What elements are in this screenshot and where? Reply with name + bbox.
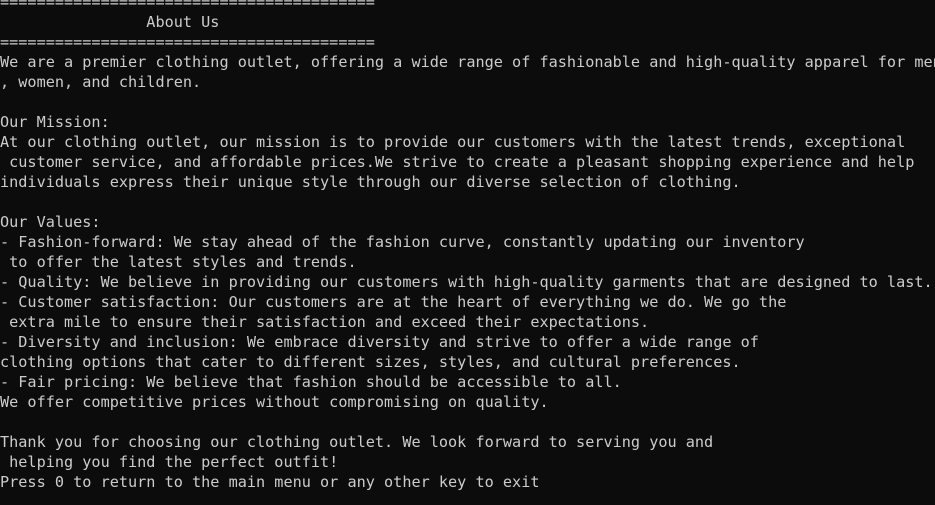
- thanks-line-2: helping you find the perfect outfit!: [0, 453, 339, 471]
- header-rule-bottom: ========================================…: [0, 33, 375, 51]
- value-fashion-forward-line-2: to offer the latest styles and trends.: [0, 253, 357, 271]
- mission-heading: Our Mission:: [0, 113, 110, 131]
- intro-line-1: We are a premier clothing outlet, offeri…: [0, 53, 935, 71]
- exit-prompt: Press 0 to return to the main menu or an…: [0, 473, 540, 491]
- header-rule-top: ========================================…: [0, 0, 375, 11]
- page-title: About Us: [0, 13, 220, 31]
- value-diversity-line-1: - Diversity and inclusion: We embrace di…: [0, 333, 759, 351]
- mission-line-2: customer service, and affordable prices.…: [0, 153, 915, 171]
- thanks-line-1: Thank you for choosing our clothing outl…: [0, 433, 714, 451]
- value-diversity-line-2: clothing options that cater to different…: [0, 353, 741, 371]
- mission-line-1: At our clothing outlet, our mission is t…: [0, 133, 906, 151]
- terminal-output[interactable]: ========================================…: [0, 0, 935, 505]
- value-fair-pricing-line-2: We offer competitive prices without comp…: [0, 393, 549, 411]
- mission-line-3: individuals express their unique style t…: [0, 173, 741, 191]
- intro-line-2: , women, and children.: [0, 73, 202, 91]
- values-heading: Our Values:: [0, 213, 101, 231]
- value-quality: - Quality: We believe in providing our c…: [0, 273, 933, 291]
- value-customer-satisfaction-line-1: - Customer satisfaction: Our customers a…: [0, 293, 787, 311]
- value-customer-satisfaction-line-2: extra mile to ensure their satisfaction …: [0, 313, 650, 331]
- value-fair-pricing-line-1: - Fair pricing: We believe that fashion …: [0, 373, 622, 391]
- value-fashion-forward-line-1: - Fashion-forward: We stay ahead of the …: [0, 233, 805, 251]
